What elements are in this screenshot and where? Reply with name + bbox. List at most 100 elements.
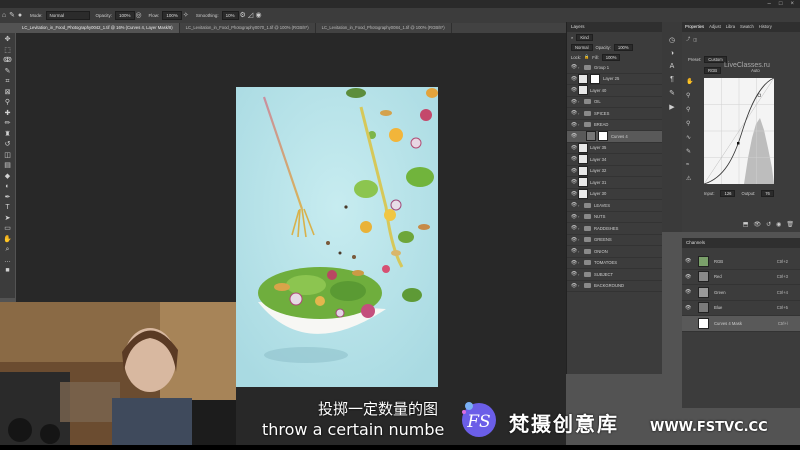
- pencil-icon[interactable]: ✎: [686, 148, 693, 155]
- brush-tool-icon[interactable]: ✎: [8, 12, 16, 20]
- layer-mask-thumbnail[interactable]: [590, 73, 600, 84]
- tab-libraries[interactable]: Libra: [726, 24, 735, 30]
- layer-row[interactable]: 👁 › NUTS: [567, 212, 662, 223]
- layer-row[interactable]: 👁 › SUBJECT: [567, 269, 662, 281]
- brush-preset-icon[interactable]: ●: [16, 12, 24, 20]
- blend-mode-select[interactable]: Normal: [571, 43, 593, 51]
- healing-tool-icon[interactable]: ✚: [3, 109, 13, 120]
- brush-settings-icon[interactable]: ✎: [669, 89, 675, 97]
- reset-icon[interactable]: ↺: [766, 221, 771, 228]
- black-eyedropper-icon[interactable]: ⚲: [686, 92, 693, 99]
- brush-tool-icon[interactable]: ✏: [3, 119, 13, 130]
- lasso-tool-icon[interactable]: ↂ: [3, 56, 13, 67]
- channel-row[interactable]: Curves 4 Mask Ctrl+\: [682, 316, 800, 332]
- layer-row[interactable]: 👁 Layer 25: [567, 73, 662, 85]
- tab-adjust[interactable]: Adjust: [709, 24, 721, 30]
- gradient-tool-icon[interactable]: ▤: [3, 161, 13, 172]
- history-icon[interactable]: ◷: [669, 36, 675, 44]
- mask-icon[interactable]: ◫: [693, 37, 697, 42]
- visibility-eye-icon[interactable]: 👁: [570, 87, 578, 93]
- fill-field[interactable]: 100%: [601, 53, 621, 61]
- layer-row[interactable]: 👁 › TOMATOES: [567, 258, 662, 269]
- visibility-eye-icon[interactable]: 👁: [685, 274, 693, 280]
- visibility-icon[interactable]: ◉: [776, 221, 781, 228]
- quick-select-tool-icon[interactable]: ✎: [3, 67, 13, 78]
- mode-select[interactable]: Normal: [45, 11, 90, 20]
- visibility-eye-icon[interactable]: 👁: [570, 283, 578, 289]
- layer-mask-thumbnail[interactable]: [598, 131, 608, 142]
- zoom-tool-icon[interactable]: ⌕: [3, 245, 13, 256]
- view-previous-icon[interactable]: 👁: [753, 221, 761, 228]
- channels-tab[interactable]: Channels: [682, 238, 800, 248]
- visibility-eye-icon[interactable]: 👁: [570, 168, 578, 174]
- channel-row[interactable]: 👁 Red Ctrl+3: [682, 270, 800, 285]
- eyedropper-tool-icon[interactable]: ⚲: [3, 98, 13, 109]
- visibility-eye-icon[interactable]: 👁: [570, 133, 578, 139]
- tab-history[interactable]: History: [759, 24, 772, 30]
- tab-swatches[interactable]: Swatch: [740, 24, 754, 30]
- white-eyedropper-icon[interactable]: ⚲: [686, 120, 693, 127]
- visibility-eye-icon[interactable]: 👁: [570, 156, 578, 162]
- channel-row[interactable]: 👁 Green Ctrl+4: [682, 285, 800, 301]
- target-adjust-icon[interactable]: ✋: [686, 78, 693, 85]
- dodge-tool-icon[interactable]: ◐: [3, 182, 13, 193]
- paragraph-icon[interactable]: ¶: [670, 76, 674, 83]
- tab-doc-3[interactable]: LC_Levitation_in_Food_Photography0084_1.…: [316, 23, 452, 33]
- rectangle-tool-icon[interactable]: ▭: [3, 224, 13, 235]
- layer-row[interactable]: 👁 Layer 35: [567, 142, 662, 154]
- visibility-eye-icon[interactable]: 👁: [570, 145, 578, 151]
- visibility-eye-icon[interactable]: 👁: [570, 202, 578, 208]
- layer-opacity-field[interactable]: 100%: [613, 43, 633, 51]
- delete-icon[interactable]: 🗑: [786, 221, 794, 228]
- angle-icon[interactable]: ◿: [247, 12, 255, 20]
- smooth-icon[interactable]: ≈: [686, 162, 693, 168]
- history-brush-icon[interactable]: ↺: [3, 140, 13, 151]
- curves-graph[interactable]: [704, 78, 774, 184]
- move-tool-icon[interactable]: ✥: [3, 35, 13, 46]
- type-tool-icon[interactable]: T: [3, 203, 13, 214]
- layer-row[interactable]: 👁 Layer 40: [567, 85, 662, 97]
- layer-row[interactable]: 👁 Layer 31: [567, 177, 662, 189]
- layer-row[interactable]: 👁 › ONION: [567, 246, 662, 258]
- layer-row[interactable]: 👁 › OIL: [567, 97, 662, 108]
- actions-icon[interactable]: ▶: [669, 103, 674, 111]
- visibility-eye-icon[interactable]: 👁: [570, 99, 578, 105]
- smoothing-field[interactable]: 10%: [221, 11, 239, 20]
- channel-select[interactable]: RGB: [704, 67, 722, 74]
- gray-eyedropper-icon[interactable]: ⚲: [686, 106, 693, 113]
- layer-row[interactable]: 👁 › RADDISHES: [567, 223, 662, 235]
- clip-to-layer-icon[interactable]: ⬒: [743, 221, 749, 228]
- adjust-icon[interactable]: ◑: [670, 50, 674, 57]
- flow-field[interactable]: 100%: [162, 11, 182, 20]
- layer-row[interactable]: 👁 Curves 4: [567, 131, 662, 143]
- visibility-eye-icon[interactable]: 👁: [570, 225, 578, 231]
- channel-row[interactable]: 👁 RGB Ctrl+2: [682, 254, 800, 270]
- layer-row[interactable]: 👁 › GREENS: [567, 235, 662, 246]
- layer-row[interactable]: 👁 › SPICES: [567, 108, 662, 120]
- layer-row[interactable]: 👁 › BACKGROUND: [567, 281, 662, 292]
- settings-gear-icon[interactable]: ⚙: [239, 12, 247, 20]
- visibility-eye-icon[interactable]: 👁: [685, 289, 693, 295]
- kind-select[interactable]: Kind: [576, 33, 593, 41]
- tab-doc-2[interactable]: LC_Levitation_in_Food_Photography0070_1.…: [180, 23, 316, 33]
- visibility-eye-icon[interactable]: 👁: [570, 64, 578, 70]
- input-field[interactable]: 126: [720, 190, 736, 197]
- document-canvas[interactable]: [236, 87, 438, 387]
- lock-icon[interactable]: 🔒: [584, 54, 589, 60]
- visibility-eye-icon[interactable]: 👁: [685, 305, 693, 311]
- visibility-eye-icon[interactable]: 👁: [570, 122, 578, 128]
- opacity-field[interactable]: 100%: [115, 11, 135, 20]
- crop-tool-icon[interactable]: ⌗: [3, 77, 13, 88]
- visibility-eye-icon[interactable]: 👁: [570, 191, 578, 197]
- layers-tab[interactable]: Layers: [567, 22, 662, 32]
- visibility-eye-icon[interactable]: 👁: [685, 258, 693, 264]
- output-field[interactable]: 76: [761, 190, 774, 197]
- path-select-icon[interactable]: ➤: [3, 214, 13, 225]
- visibility-eye-icon[interactable]: 👁: [570, 271, 578, 277]
- minimize-icon[interactable]: –: [768, 1, 771, 7]
- curve-edit-icon[interactable]: ∿: [686, 134, 693, 141]
- maximize-icon[interactable]: □: [779, 1, 783, 7]
- tab-doc-1[interactable]: LC_Levitation_in_Food_Photography0042_1.…: [16, 23, 180, 33]
- color-swatches-icon[interactable]: ■: [3, 266, 13, 277]
- airbrush-icon[interactable]: ✧: [182, 12, 190, 20]
